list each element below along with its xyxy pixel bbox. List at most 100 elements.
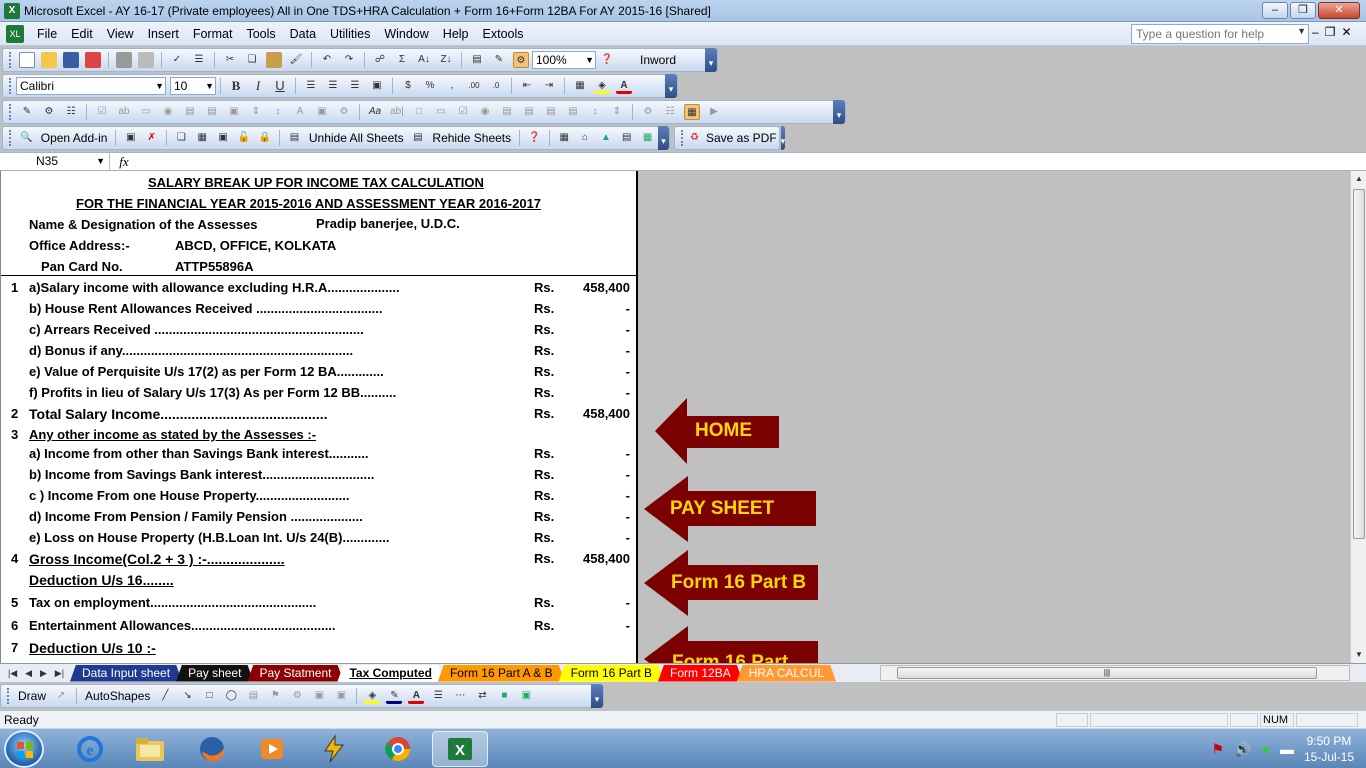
- arrow-style-icon[interactable]: ⇄: [474, 688, 490, 704]
- toolbar-options-icon[interactable]: ▾: [833, 100, 845, 124]
- unhide-sheets-icon[interactable]: ▤: [287, 130, 302, 146]
- sheet-tab[interactable]: Tax Computed: [337, 665, 443, 682]
- minimize-button[interactable]: –: [1262, 2, 1288, 19]
- toolbar-options-icon[interactable]: ▾: [780, 126, 786, 150]
- volume-icon[interactable]: 🔊: [1234, 741, 1251, 758]
- grid-icon[interactable]: ▦: [195, 130, 210, 146]
- rehide-sheets-icon[interactable]: ▤: [411, 130, 426, 146]
- align-center-icon[interactable]: ☰: [325, 78, 341, 94]
- draw-font-color-icon[interactable]: A: [408, 688, 425, 704]
- open-addin-button[interactable]: Open Add-in: [41, 131, 108, 145]
- power-icon[interactable]: ▬: [1280, 741, 1294, 757]
- addin-tool-icon[interactable]: ▣: [123, 130, 138, 146]
- align-left-icon[interactable]: ☰: [303, 78, 319, 94]
- menu-edit[interactable]: Edit: [64, 23, 100, 45]
- toggle-grid-icon[interactable]: ▦: [684, 104, 700, 120]
- increase-indent-icon[interactable]: ⇥: [541, 78, 557, 94]
- toolbar-options-icon[interactable]: ▾: [591, 684, 603, 708]
- lock-icon[interactable]: 🔒: [257, 130, 272, 146]
- drawing-icon[interactable]: ✎: [491, 52, 507, 68]
- hscroll-thumb[interactable]: |||: [897, 667, 1317, 679]
- sort-descending-icon[interactable]: Z↓: [438, 52, 454, 68]
- design-mode-icon[interactable]: ✎: [19, 104, 35, 120]
- form-groupbox-icon[interactable]: □: [411, 104, 427, 120]
- chevron-down-icon[interactable]: ▼: [205, 78, 214, 94]
- export-icon[interactable]: ▲: [598, 130, 613, 146]
- new-icon[interactable]: [19, 52, 35, 68]
- chevron-down-icon[interactable]: ▼: [155, 78, 164, 94]
- doc-minimize-icon[interactable]: –: [1312, 25, 1319, 39]
- print-icon[interactable]: [116, 52, 132, 68]
- line-icon[interactable]: ╱: [157, 688, 173, 704]
- sheet-view-icon[interactable]: ▣: [216, 130, 231, 146]
- spelling-icon[interactable]: ✓: [169, 52, 185, 68]
- save-icon[interactable]: [63, 52, 79, 68]
- form-listbox-icon[interactable]: ▤: [499, 104, 515, 120]
- redo-icon[interactable]: ↷: [341, 52, 357, 68]
- network-error-icon[interactable]: ⚑: [1212, 741, 1225, 758]
- save-as-pdf-button[interactable]: Save as PDF: [706, 131, 777, 145]
- unhide-all-sheets-button[interactable]: Unhide All Sheets: [309, 131, 404, 145]
- line-style-icon[interactable]: ☰: [430, 688, 446, 704]
- lightbulb-icon[interactable]: ❓: [527, 130, 542, 146]
- excel-app-icon[interactable]: X: [4, 2, 20, 19]
- increase-decimal-icon[interactable]: .00: [466, 78, 482, 94]
- pdf-icon[interactable]: ♻: [690, 130, 699, 146]
- worksheet-area[interactable]: SALARY BREAK UP FOR INCOME TAX CALCULATI…: [0, 171, 638, 663]
- form-label-icon[interactable]: Aa: [367, 104, 383, 120]
- toolbar-grip[interactable]: [7, 688, 10, 704]
- permission-icon[interactable]: [85, 52, 101, 68]
- vertical-scrollbar[interactable]: ▲ ▼: [1350, 171, 1366, 663]
- help-search-input[interactable]: Type a question for help ▼: [1131, 24, 1309, 44]
- help-icon[interactable]: ❓: [599, 52, 615, 68]
- decrease-indent-icon[interactable]: ⇤: [519, 78, 535, 94]
- copy-icon[interactable]: ❏: [244, 52, 260, 68]
- decrease-decimal-icon[interactable]: .0: [488, 78, 504, 94]
- doc-close-icon[interactable]: ✕: [1341, 25, 1351, 39]
- firefox-icon[interactable]: [184, 731, 240, 767]
- underline-icon[interactable]: U: [272, 78, 288, 94]
- control-properties-icon[interactable]: ⚙: [640, 104, 656, 120]
- menu-format[interactable]: Format: [186, 23, 240, 45]
- form-button-icon[interactable]: ▭: [433, 104, 449, 120]
- formula-input[interactable]: [138, 153, 1366, 170]
- toolbar-grip[interactable]: [9, 104, 12, 120]
- open-addin-icon[interactable]: 🔍: [19, 130, 34, 146]
- view-code-icon[interactable]: ☷: [63, 104, 79, 120]
- form-combo-list-icon[interactable]: ▤: [543, 104, 559, 120]
- 3d-icon[interactable]: ▣: [518, 688, 534, 704]
- button-control-icon[interactable]: ▭: [138, 104, 154, 120]
- insert-function-icon[interactable]: fx: [110, 154, 138, 170]
- toolbar-options-icon[interactable]: ▾: [705, 48, 717, 72]
- open-icon[interactable]: [41, 52, 57, 68]
- zoom-select[interactable]: 100% ▼: [532, 51, 596, 69]
- excel-taskbar-icon[interactable]: X: [432, 731, 488, 767]
- media-player-icon[interactable]: [244, 731, 300, 767]
- run-dialog-icon[interactable]: ▶: [706, 104, 722, 120]
- next-sheet-icon[interactable]: ▶: [40, 668, 47, 679]
- hyperlink-icon[interactable]: ☍: [372, 52, 388, 68]
- rectangle-icon[interactable]: □: [201, 688, 217, 704]
- last-sheet-icon[interactable]: ▶|: [55, 668, 64, 679]
- menu-utilities[interactable]: Utilities: [323, 23, 377, 45]
- comma-icon[interactable]: ,: [444, 78, 460, 94]
- scroll-up-icon[interactable]: ▲: [1351, 171, 1366, 187]
- cut-icon[interactable]: ✂: [222, 52, 238, 68]
- align-right-icon[interactable]: ☰: [347, 78, 363, 94]
- scroll-thumb[interactable]: [1353, 189, 1365, 539]
- checkbox-control-icon[interactable]: ☑: [94, 104, 110, 120]
- sort-ascending-icon[interactable]: A↓: [416, 52, 432, 68]
- draw-fill-color-icon[interactable]: ◈: [364, 688, 381, 704]
- label-control-icon[interactable]: A: [292, 104, 308, 120]
- dash-style-icon[interactable]: ⋯: [452, 688, 468, 704]
- print-preview-icon[interactable]: [138, 52, 154, 68]
- form-scrollbar-icon[interactable]: ↕: [587, 104, 603, 120]
- menu-insert[interactable]: Insert: [141, 23, 186, 45]
- close-button[interactable]: ✕: [1318, 2, 1360, 19]
- clipart-icon[interactable]: ▣: [311, 688, 327, 704]
- form-spinner-icon[interactable]: ⇕: [609, 104, 625, 120]
- oval-icon[interactable]: ◯: [223, 688, 239, 704]
- select-objects-icon[interactable]: ↗: [53, 688, 69, 704]
- restore-button[interactable]: ❐: [1290, 2, 1316, 19]
- italic-icon[interactable]: I: [250, 78, 266, 94]
